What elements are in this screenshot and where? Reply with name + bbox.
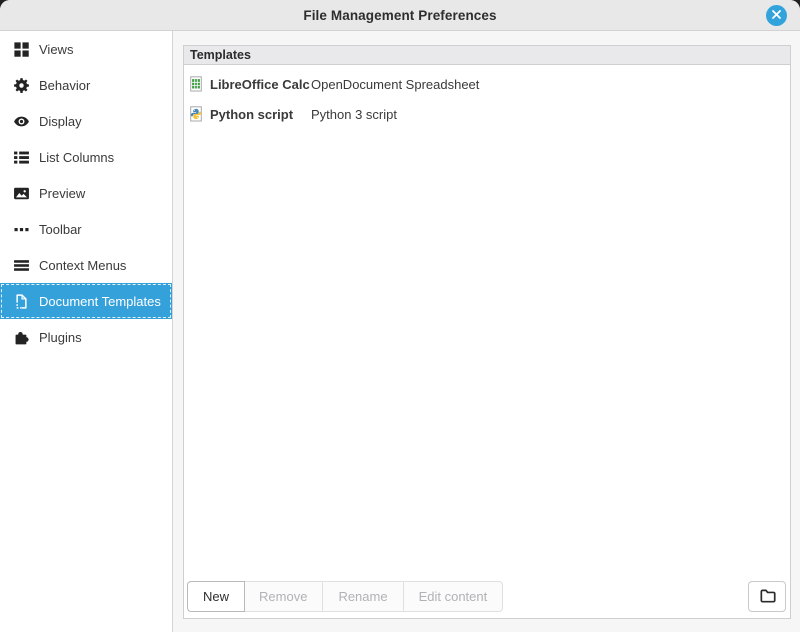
- templates-list: LibreOffice Calc OpenDocument Spreadshee…: [184, 65, 790, 575]
- image-icon: [13, 185, 30, 202]
- titlebar: File Management Preferences: [0, 0, 800, 31]
- template-row-libreoffice-calc[interactable]: LibreOffice Calc OpenDocument Spreadshee…: [184, 69, 790, 99]
- python-file-icon: [188, 106, 204, 122]
- rename-button[interactable]: Rename: [323, 581, 403, 612]
- sidebar-item-preview[interactable]: Preview: [0, 175, 172, 211]
- sidebar-item-label: Toolbar: [39, 222, 82, 237]
- sidebar-item-label: List Columns: [39, 150, 114, 165]
- sidebar-item-label: Preview: [39, 186, 85, 201]
- document-icon: [13, 293, 30, 310]
- template-name: LibreOffice Calc: [210, 77, 308, 92]
- sidebar-item-label: Plugins: [39, 330, 82, 345]
- sidebar-item-behavior[interactable]: Behavior: [0, 67, 172, 103]
- dialog-body: Views Behavior: [0, 31, 800, 632]
- templates-list-header: Templates: [184, 46, 790, 65]
- dots-icon: [13, 221, 30, 238]
- folder-icon: [759, 587, 776, 607]
- puzzle-icon: [13, 329, 30, 346]
- new-button[interactable]: New: [187, 581, 245, 612]
- edit-content-button[interactable]: Edit content: [404, 581, 504, 612]
- templates-header-label: Templates: [190, 48, 251, 62]
- sidebar-item-context-menus[interactable]: Context Menus: [0, 247, 172, 283]
- remove-button[interactable]: Remove: [244, 581, 323, 612]
- close-icon: [771, 7, 782, 25]
- template-description: OpenDocument Spreadsheet: [311, 77, 479, 92]
- sidebar-item-label: Behavior: [39, 78, 90, 93]
- sidebar-item-display[interactable]: Display: [0, 103, 172, 139]
- sidebar-item-toolbar[interactable]: Toolbar: [0, 211, 172, 247]
- sidebar-item-label: Views: [39, 42, 73, 57]
- template-description: Python 3 script: [311, 107, 397, 122]
- sidebar-item-document-templates[interactable]: Document Templates: [0, 283, 172, 319]
- grid-icon: [13, 41, 30, 58]
- sidebar-item-label: Context Menus: [39, 258, 126, 273]
- sidebar-item-list-columns[interactable]: List Columns: [0, 139, 172, 175]
- libreoffice-calc-file-icon: [188, 76, 204, 92]
- gear-icon: [13, 77, 30, 94]
- sidebar: Views Behavior: [0, 31, 173, 632]
- templates-button-group: New Remove Rename Edit content: [187, 581, 503, 612]
- list-columns-icon: [13, 149, 30, 166]
- sidebar-item-plugins[interactable]: Plugins: [0, 319, 172, 355]
- templates-frame: Templates LibreOffice Calc OpenDocumen: [183, 45, 791, 619]
- eye-icon: [13, 113, 30, 130]
- templates-button-bar: New Remove Rename Edit content: [184, 575, 790, 618]
- open-templates-folder-button[interactable]: [748, 581, 786, 612]
- preferences-dialog: File Management Preferences Views: [0, 0, 800, 632]
- hamburger-icon: [13, 257, 30, 274]
- template-name: Python script: [210, 107, 308, 122]
- sidebar-item-label: Document Templates: [39, 294, 161, 309]
- window-title: File Management Preferences: [303, 8, 496, 23]
- template-row-python-script[interactable]: Python script Python 3 script: [184, 99, 790, 129]
- main-content: Templates LibreOffice Calc OpenDocumen: [173, 31, 800, 632]
- close-button[interactable]: [766, 5, 787, 26]
- sidebar-item-views[interactable]: Views: [0, 31, 172, 67]
- sidebar-item-label: Display: [39, 114, 82, 129]
